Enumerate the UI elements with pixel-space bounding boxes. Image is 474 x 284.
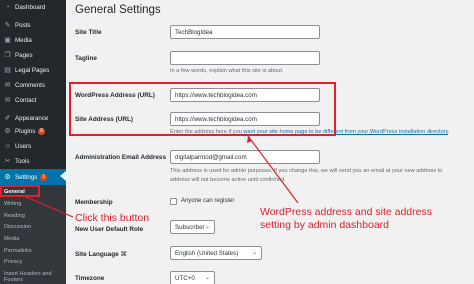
- address-annotation-line1: WordPress address and site address: [260, 206, 432, 218]
- general-arrow-line: [25, 196, 74, 218]
- address-arrow-line: [247, 135, 299, 204]
- address-annotation-line2: setting by admin dashboard: [260, 219, 389, 231]
- annotation-arrows: [25, 135, 299, 218]
- click-this-button-annotation: Click this button: [75, 212, 150, 224]
- wp-admin-screen: ◔ Dashboard ✎ Posts ▣ Media ❐ Pages ▤ Le…: [0, 0, 474, 284]
